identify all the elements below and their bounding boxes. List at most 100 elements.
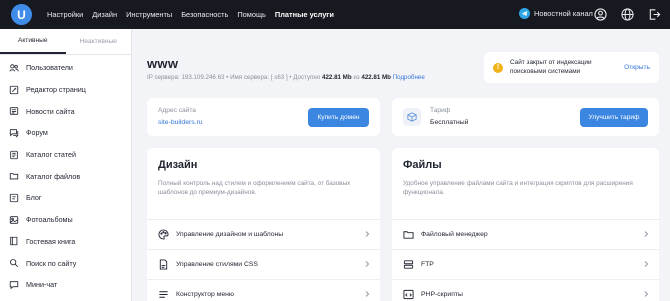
search-icon	[10, 259, 19, 268]
nav-help[interactable]: Помощь	[237, 10, 266, 19]
sidebar-item-label: Гостевая книга	[26, 236, 76, 246]
globe-icon[interactable]	[619, 6, 635, 22]
warning-icon: !	[493, 62, 503, 73]
menu-lines-icon	[159, 291, 168, 298]
tab-inactive[interactable]: Неактивные	[66, 29, 132, 54]
sidebar-item-4[interactable]: Каталог статей	[0, 144, 131, 166]
server-value: [ s63 ]	[270, 74, 288, 81]
file-manager-row[interactable]: Файловый менеджер	[392, 219, 659, 249]
design-description: Полный контроль над стилем и оформлением…	[158, 180, 351, 196]
files-description: Удобное управление файлами сайта и интег…	[403, 180, 633, 196]
sidebar-item-7[interactable]: Фотоальбомы	[0, 209, 131, 231]
articles-icon	[10, 150, 18, 159]
sidebar-item-label: Поиск по сайту	[26, 258, 77, 268]
files-catalog-icon	[9, 173, 19, 180]
page-editor-icon	[9, 85, 19, 94]
sidebar-item-label: Каталог файлов	[26, 171, 81, 181]
blog-icon	[9, 193, 19, 203]
logout-icon[interactable]	[646, 6, 662, 22]
design-templates-row[interactable]: Управление дизайном и шаблоны	[147, 219, 380, 249]
sidebar-item-5[interactable]: Каталог файлов	[0, 165, 131, 187]
notice-text: Сайт закрыт от индексации поисковыми сис…	[510, 59, 592, 75]
of-label: из	[353, 74, 360, 81]
sidebar-item-label: Редактор страниц	[26, 85, 86, 95]
forum-icon	[9, 129, 19, 138]
app-logo[interactable]: U	[11, 4, 32, 25]
nav-design[interactable]: Дизайн	[92, 10, 117, 19]
address-label: Адрес сайта	[158, 107, 196, 114]
css-file-icon	[159, 259, 168, 270]
sidebar-item-1[interactable]: Редактор страниц	[0, 79, 131, 101]
indexing-notice: ! Сайт закрыт от индексации поисковыми с…	[484, 52, 659, 83]
sidebar-item-2[interactable]: Новости сайта	[0, 100, 131, 122]
design-title: Дизайн	[158, 159, 198, 171]
chat-icon	[9, 280, 19, 289]
news-icon	[9, 107, 19, 115]
available-label: Доступно	[293, 74, 321, 81]
tariff-label: Тариф	[430, 107, 451, 114]
sidebar-item-0[interactable]: Пользователи	[0, 57, 131, 79]
ftp-row[interactable]: FTP	[392, 249, 659, 279]
sidebar-item-10[interactable]: Мини-чат	[0, 274, 131, 296]
sidebar-item-label: Каталог статей	[26, 150, 76, 160]
open-indexing-link[interactable]: Открыть	[624, 64, 650, 71]
top-bar: U Настройки Дизайн Инструменты Безопасно…	[0, 0, 670, 29]
sidebar: Активные Неактивные Пользователи Редактор…	[0, 29, 132, 301]
css-styles-row[interactable]: Управление стилями CSS	[147, 249, 380, 279]
telegram-icon	[519, 8, 530, 19]
design-templates-label: Управление дизайном и шаблоны	[176, 231, 284, 238]
users-icon	[9, 64, 19, 72]
chevron-right-icon	[365, 261, 370, 267]
tariff-card: Тариф Бесплатный Улучшить тариф	[392, 98, 659, 136]
nav-settings[interactable]: Настройки	[47, 10, 83, 19]
ftp-label: FTP	[421, 261, 434, 268]
code-icon	[403, 289, 414, 300]
files-title: Файлы	[403, 159, 442, 171]
server-label: Имя сервера:	[230, 74, 270, 81]
chevron-right-icon	[644, 291, 649, 297]
site-meta: IP сервера: 193.109.246.63 • Имя сервера…	[147, 74, 425, 81]
php-scripts-row[interactable]: PHP-скрипты	[392, 279, 659, 301]
address-link[interactable]: site-builders.ru	[158, 119, 203, 126]
available-value: 422.81 Mb	[322, 74, 352, 81]
nav-security[interactable]: Безопасность	[181, 10, 228, 19]
telegram-channel-link[interactable]: Новостной канал	[519, 8, 593, 19]
menu-builder-row[interactable]: Конструктор меню	[147, 279, 380, 301]
tariff-value: Бесплатный	[430, 119, 469, 126]
chevron-right-icon	[644, 231, 649, 237]
folder-icon	[403, 231, 414, 239]
sidebar-item-label: Блог	[26, 193, 42, 203]
sidebar-item-8[interactable]: Гостевая книга	[0, 231, 131, 253]
main-nav: Настройки Дизайн Инструменты Безопасност…	[47, 0, 343, 29]
guestbook-icon	[10, 237, 18, 246]
sidebar-item-3[interactable]: Форум	[0, 122, 131, 144]
ip-label: IP сервера:	[147, 74, 180, 81]
telegram-label: Новостной канал	[534, 9, 593, 18]
upgrade-tariff-button[interactable]: Улучшить тариф	[580, 108, 648, 127]
site-name: www	[147, 56, 179, 71]
main-content: www IP сервера: 193.109.246.63 • Имя сер…	[132, 29, 670, 301]
cube-icon	[403, 108, 421, 126]
chevron-right-icon	[365, 231, 370, 237]
user-icon[interactable]	[592, 6, 608, 22]
nav-tools[interactable]: Инструменты	[126, 10, 172, 19]
nav-paid-services[interactable]: Платные услуги	[275, 10, 334, 19]
css-styles-label: Управление стилями CSS	[176, 261, 258, 268]
files-section: Файлы Удобное управление файлами сайта и…	[392, 148, 659, 301]
sidebar-item-label: Фотоальбомы	[26, 215, 73, 225]
file-manager-label: Файловый менеджер	[421, 231, 488, 238]
site-address-card: Адрес сайта site-builders.ru Купить доме…	[147, 98, 380, 136]
chevron-right-icon	[365, 291, 370, 297]
sidebar-item-label: Новости сайта	[26, 106, 75, 116]
total-value: 422.81 Mb	[361, 74, 391, 81]
design-section: Дизайн Полный контроль над стилем и офор…	[147, 148, 380, 301]
buy-domain-button[interactable]: Купить домен	[308, 108, 369, 127]
sidebar-item-9[interactable]: Поиск по сайту	[0, 252, 131, 274]
menu-builder-label: Конструктор меню	[176, 291, 234, 298]
sidebar-item-6[interactable]: Блог	[0, 187, 131, 209]
sidebar-item-label: Пользователи	[26, 63, 73, 73]
more-link[interactable]: Подробнее	[393, 74, 425, 81]
sidebar-item-label: Мини-чат	[26, 280, 58, 290]
tab-active[interactable]: Активные	[0, 29, 66, 54]
php-scripts-label: PHP-скрипты	[421, 291, 463, 298]
